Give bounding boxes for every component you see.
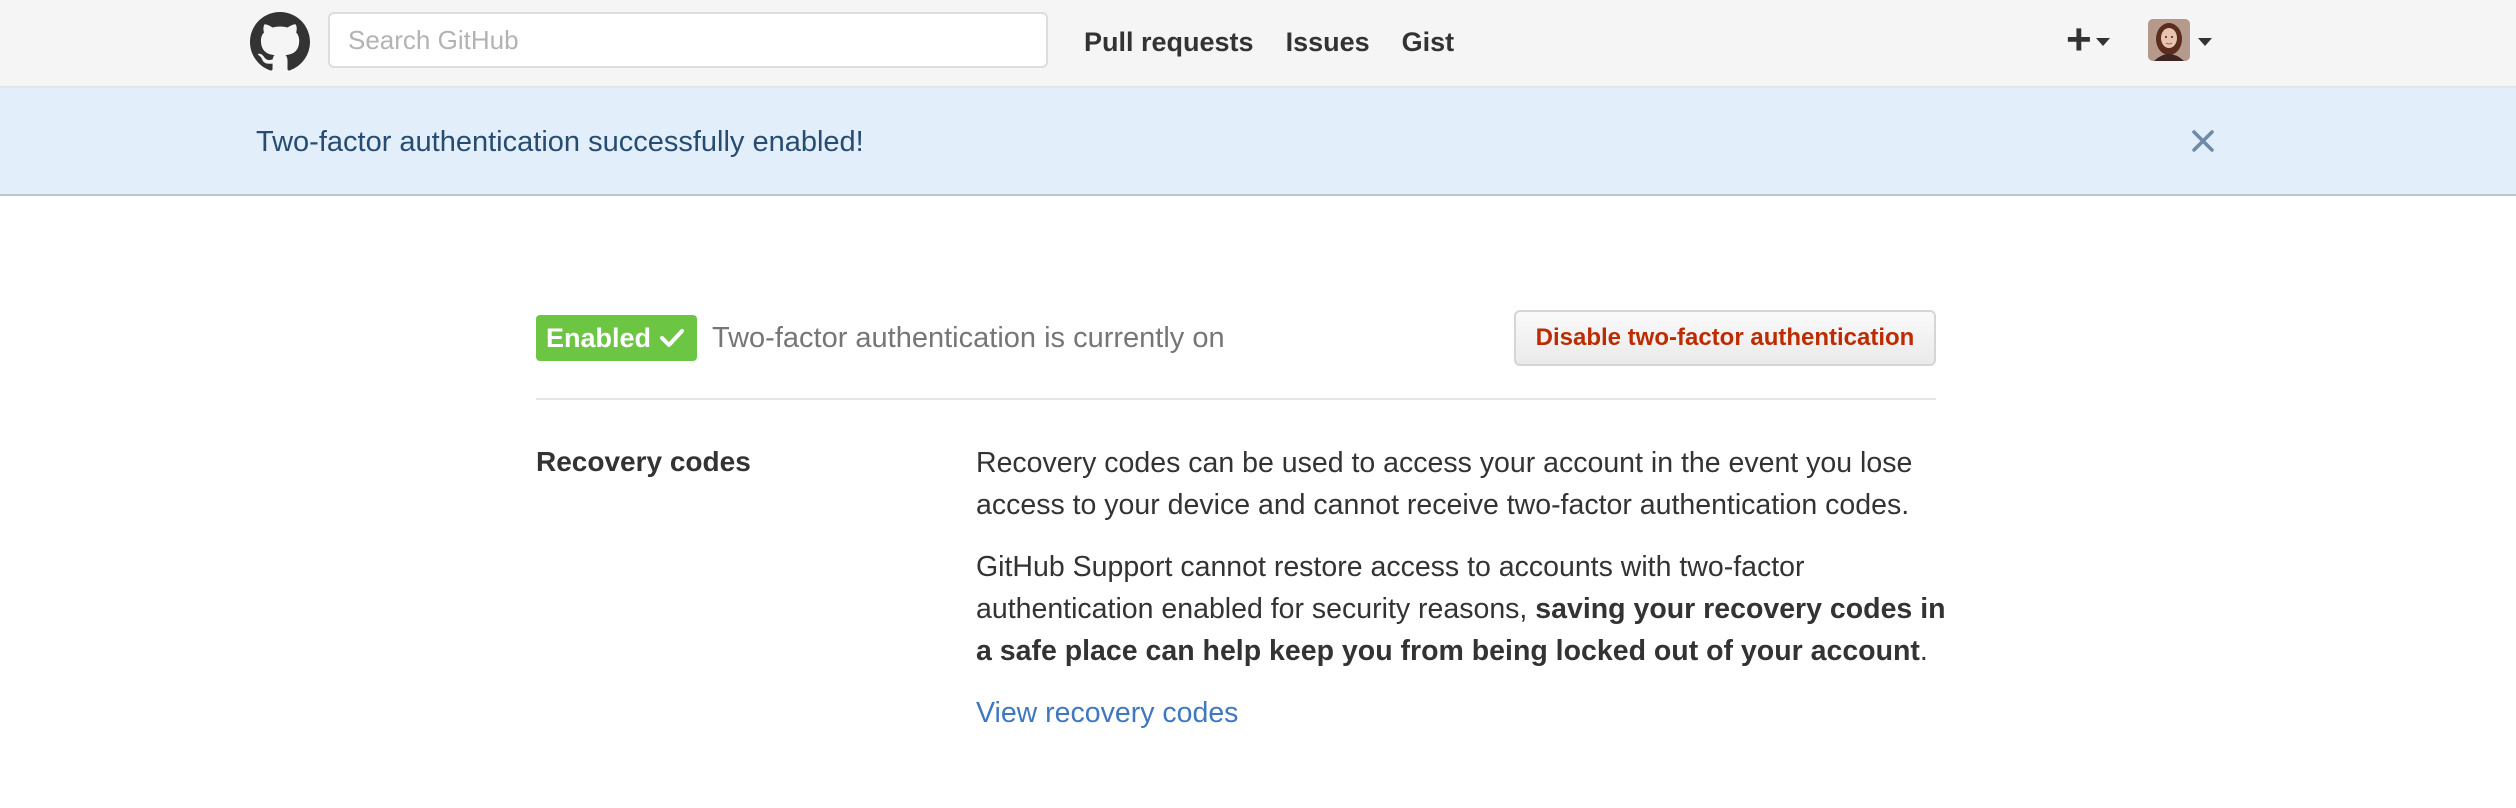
nav-gist[interactable]: Gist bbox=[1402, 22, 1455, 62]
recovery-paragraph-2: GitHub Support cannot restore access to … bbox=[976, 546, 1946, 672]
user-menu[interactable] bbox=[2148, 18, 2212, 62]
close-icon[interactable] bbox=[2188, 126, 2218, 156]
status-badge: Enabled bbox=[536, 315, 698, 361]
avatar bbox=[2148, 19, 2190, 61]
caret-down-icon bbox=[2198, 38, 2212, 46]
plus-icon: + bbox=[2066, 15, 2092, 64]
flash-message: Two-factor authentication successfully e… bbox=[256, 126, 864, 158]
two-factor-status-row: Enabled Two-factor authentication is cur… bbox=[536, 310, 1936, 400]
check-icon bbox=[660, 329, 685, 347]
search-input[interactable] bbox=[328, 12, 1048, 68]
caret-down-icon bbox=[2095, 38, 2110, 46]
create-new-menu[interactable]: + bbox=[2066, 16, 2110, 64]
main-nav: Pull requests Issues Gist bbox=[1084, 22, 1454, 62]
recovery-paragraph-2-end: . bbox=[1919, 635, 1928, 667]
github-logo-icon[interactable] bbox=[250, 12, 310, 72]
nav-issues[interactable]: Issues bbox=[1286, 22, 1370, 62]
view-recovery-codes-link[interactable]: View recovery codes bbox=[976, 692, 1238, 734]
recovery-paragraph-1: Recovery codes can be used to access you… bbox=[976, 447, 1913, 521]
disable-two-factor-button[interactable]: Disable two-factor authentication bbox=[1514, 310, 1936, 366]
nav-pull-requests[interactable]: Pull requests bbox=[1084, 22, 1254, 62]
badge-label: Enabled bbox=[546, 322, 652, 353]
flash-banner: Two-factor authentication successfully e… bbox=[0, 88, 2516, 196]
recovery-codes-description: Recovery codes can be used to access you… bbox=[976, 442, 1946, 734]
status-text: Two-factor authentication is currently o… bbox=[712, 322, 1225, 354]
site-header: Pull requests Issues Gist + bbox=[0, 0, 2516, 88]
recovery-codes-heading: Recovery codes bbox=[536, 446, 751, 477]
